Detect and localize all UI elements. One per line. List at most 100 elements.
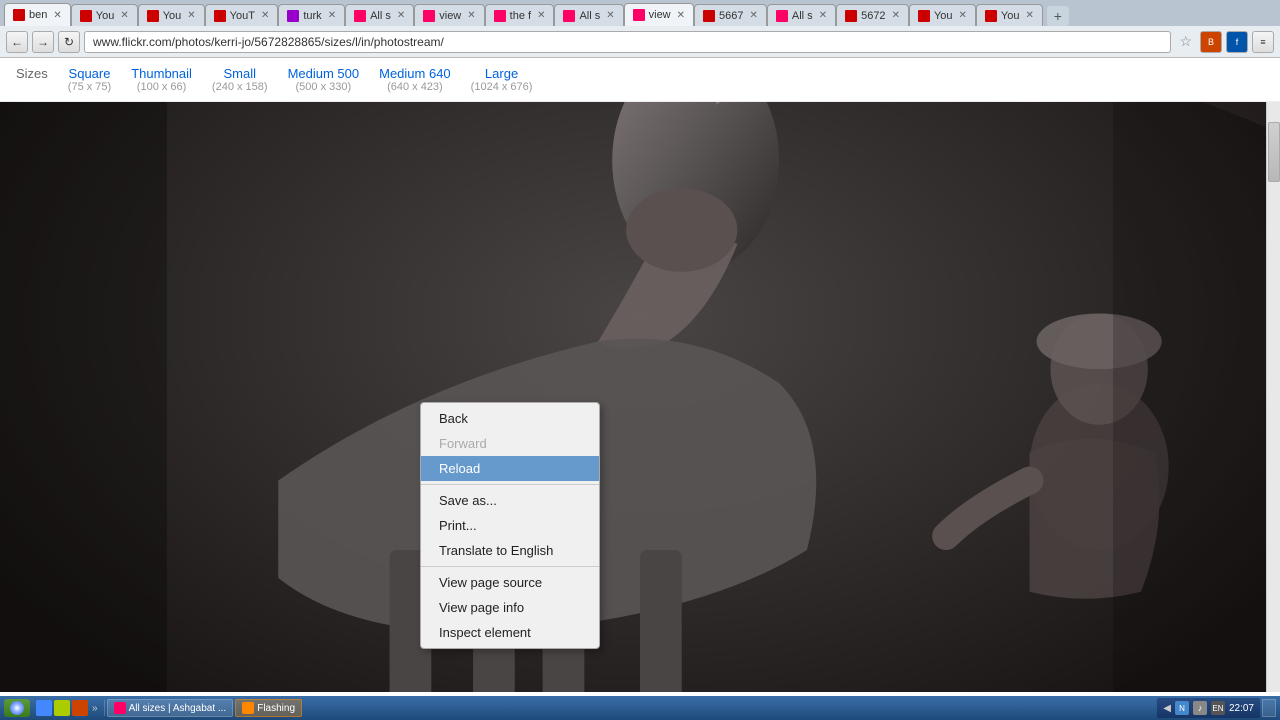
- context-menu: Back Forward Reload Save as... Print... …: [420, 402, 600, 649]
- size-large-link[interactable]: Large: [485, 66, 518, 81]
- tab-5667[interactable]: 5667 ✕: [694, 4, 767, 26]
- taskbar-item-label: All sizes | Ashgabat ...: [129, 703, 227, 714]
- quick-launch-explorer[interactable]: [54, 700, 70, 716]
- vertical-scrollbar[interactable]: [1266, 102, 1280, 692]
- menu-item-print[interactable]: Print...: [421, 513, 599, 538]
- menu-item-inspect[interactable]: Inspect element: [421, 620, 599, 645]
- size-small-dims: (240 x 158): [212, 81, 268, 93]
- show-desktop-button[interactable]: [1262, 699, 1276, 717]
- tab-close-btn[interactable]: ✕: [120, 10, 128, 21]
- scrollbar-thumb[interactable]: [1268, 122, 1280, 182]
- tab-alls1[interactable]: All s ✕: [345, 4, 414, 26]
- ext-button-2[interactable]: f: [1226, 31, 1248, 53]
- size-square[interactable]: Square (75 x 75): [68, 66, 111, 93]
- tab-close-btn[interactable]: ✕: [959, 10, 967, 21]
- tab-you1[interactable]: You ✕: [71, 4, 138, 26]
- flickr-header: Sizes Square (75 x 75) Thumbnail (100 x …: [0, 58, 1280, 102]
- size-thumbnail-dims: (100 x 66): [137, 81, 187, 93]
- forward-button[interactable]: →: [32, 31, 54, 53]
- tab-label: view: [439, 10, 461, 22]
- tab-you2[interactable]: You ✕: [138, 4, 205, 26]
- tab-ben[interactable]: ben ✕: [4, 3, 71, 26]
- size-square-link[interactable]: Square: [69, 66, 111, 81]
- menu-item-reload[interactable]: Reload: [421, 456, 599, 481]
- size-medium500-dims: (500 x 330): [296, 81, 352, 93]
- tab-label: You: [163, 10, 182, 22]
- tab-favicon: [633, 9, 645, 21]
- tab-alls3[interactable]: All s ✕: [767, 4, 836, 26]
- tab-yout[interactable]: YouT ✕: [205, 4, 279, 26]
- menu-separator-1: [421, 484, 599, 485]
- tab-close-btn[interactable]: ✕: [1025, 10, 1033, 21]
- quick-launch-media[interactable]: [72, 700, 88, 716]
- size-small[interactable]: Small (240 x 158): [212, 66, 268, 93]
- start-button[interactable]: [4, 699, 30, 717]
- tab-favicon: [423, 10, 435, 22]
- tab-label: All s: [792, 10, 813, 22]
- tray-expand-arrow[interactable]: ◀: [1163, 703, 1171, 714]
- tab-close-btn[interactable]: ✕: [397, 10, 405, 21]
- tab-bar: ben ✕ You ✕ You ✕ YouT ✕ turk ✕ All s ✕: [0, 0, 1280, 26]
- tab-close-btn[interactable]: ✕: [750, 10, 758, 21]
- tab-label: 5667: [719, 10, 743, 22]
- tab-favicon: [80, 10, 92, 22]
- quick-launch-ie[interactable]: [36, 700, 52, 716]
- tab-thef[interactable]: the f ✕: [485, 4, 555, 26]
- size-small-link[interactable]: Small: [223, 66, 256, 81]
- menu-item-translate[interactable]: Translate to English: [421, 538, 599, 563]
- taskbar-time: 22:07: [1229, 703, 1254, 714]
- tab-close-btn[interactable]: ✕: [328, 10, 336, 21]
- tab-close-btn[interactable]: ✕: [53, 10, 61, 21]
- tab-view1[interactable]: view ✕: [414, 4, 484, 26]
- size-medium640[interactable]: Medium 640 (640 x 423): [379, 66, 451, 93]
- ext-button-1[interactable]: B: [1200, 31, 1222, 53]
- flashing-icon: [242, 702, 254, 714]
- tab-5672[interactable]: 5672 ✕: [836, 4, 909, 26]
- tab-label: view: [649, 9, 671, 21]
- size-medium500[interactable]: Medium 500 (500 x 330): [288, 66, 360, 93]
- taskbar: » All sizes | Ashgabat ... Flashing ◀ N …: [0, 696, 1280, 720]
- tab-close-btn[interactable]: ✕: [892, 10, 900, 21]
- size-large[interactable]: Large (1024 x 676): [471, 66, 533, 93]
- ext-button-3[interactable]: ≡: [1252, 31, 1274, 53]
- tray-icon-lang[interactable]: EN: [1211, 701, 1225, 715]
- browser-chrome: ben ✕ You ✕ You ✕ YouT ✕ turk ✕ All s ✕: [0, 0, 1280, 58]
- size-medium500-link[interactable]: Medium 500: [288, 66, 360, 81]
- tab-turk[interactable]: turk ✕: [278, 4, 345, 26]
- reload-button[interactable]: ↻: [58, 31, 80, 53]
- menu-item-forward[interactable]: Forward: [421, 431, 599, 456]
- tab-view-active[interactable]: view ✕: [624, 3, 694, 26]
- size-thumbnail-link[interactable]: Thumbnail: [131, 66, 192, 81]
- new-tab-button[interactable]: +: [1047, 6, 1069, 26]
- menu-item-back[interactable]: Back: [421, 406, 599, 431]
- size-thumbnail[interactable]: Thumbnail (100 x 66): [131, 66, 192, 93]
- taskbar-item-flashing[interactable]: Flashing: [235, 699, 302, 717]
- tab-favicon: [563, 10, 575, 22]
- tab-close-btn[interactable]: ✕: [187, 10, 195, 21]
- tab-close-btn[interactable]: ✕: [606, 10, 614, 21]
- quick-launch-expand[interactable]: »: [90, 703, 100, 714]
- tab-alls2[interactable]: All s ✕: [554, 4, 623, 26]
- menu-item-view-info[interactable]: View page info: [421, 595, 599, 620]
- tab-close-btn[interactable]: ✕: [819, 10, 827, 21]
- menu-item-save[interactable]: Save as...: [421, 488, 599, 513]
- tab-favicon: [985, 10, 997, 22]
- tab-close-btn[interactable]: ✕: [677, 10, 685, 21]
- size-medium640-link[interactable]: Medium 640: [379, 66, 451, 81]
- menu-item-view-source[interactable]: View page source: [421, 570, 599, 595]
- taskbar-item-allsizes[interactable]: All sizes | Ashgabat ...: [107, 699, 234, 717]
- tab-favicon: [354, 10, 366, 22]
- tab-label: All s: [579, 10, 600, 22]
- tray-icon-network[interactable]: N: [1175, 701, 1189, 715]
- url-bar[interactable]: [84, 31, 1171, 53]
- tab-you4[interactable]: You ✕: [976, 4, 1043, 26]
- windows-logo-icon: [10, 701, 24, 715]
- tab-close-btn[interactable]: ✕: [537, 10, 545, 21]
- back-button[interactable]: ←: [6, 31, 28, 53]
- tab-close-btn[interactable]: ✕: [467, 10, 475, 21]
- bookmark-star[interactable]: ☆: [1175, 33, 1196, 50]
- tab-you3[interactable]: You ✕: [909, 4, 976, 26]
- taskbar-item-icon: [114, 702, 126, 714]
- tab-close-btn[interactable]: ✕: [261, 10, 269, 21]
- tray-icon-volume[interactable]: ♪: [1193, 701, 1207, 715]
